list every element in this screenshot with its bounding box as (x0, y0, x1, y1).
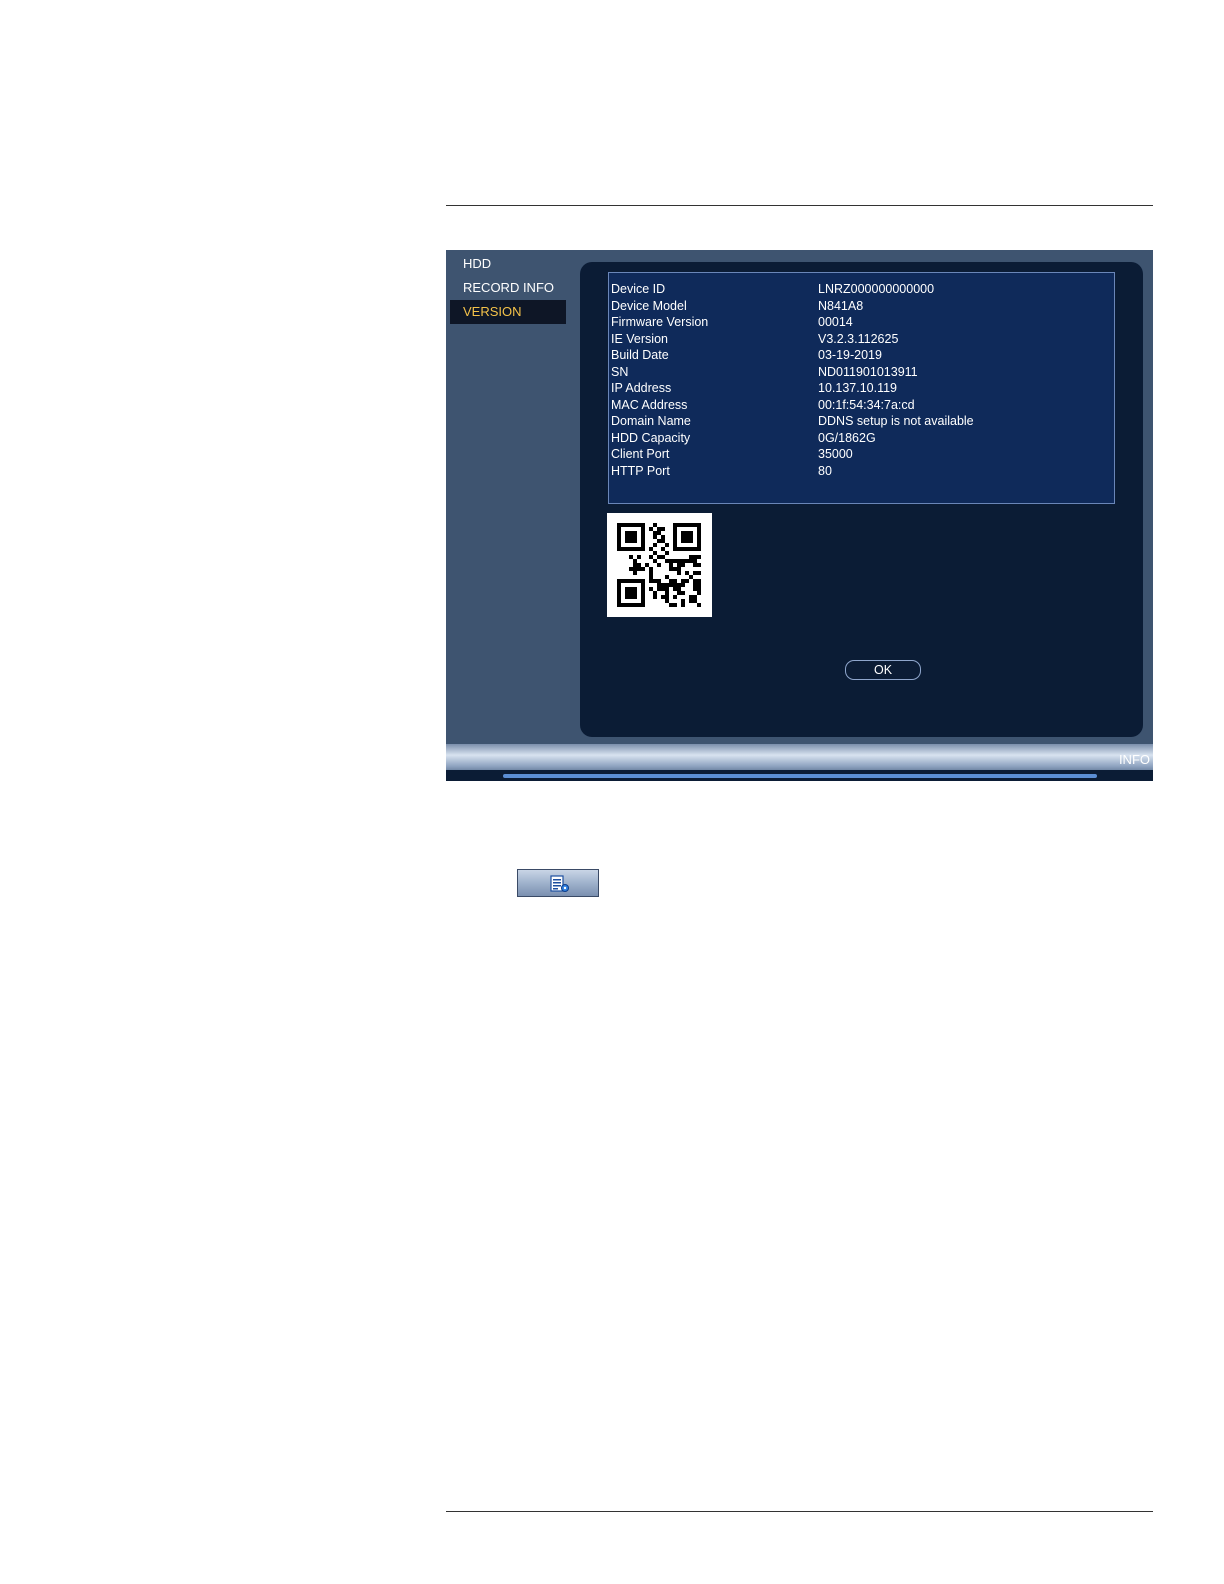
status-bar: INFO (446, 744, 1153, 781)
info-key: MAC Address (611, 397, 688, 412)
sidebar-item-record-info[interactable]: RECORD INFO (450, 276, 566, 300)
footer-rule (446, 1511, 1153, 1512)
info-key: IP Address (611, 381, 672, 395)
sidebar-item-version[interactable]: VERSION (450, 300, 566, 324)
info-value: DDNS setup is not available (818, 414, 974, 428)
info-value: LNRZ000000000000 (818, 282, 935, 296)
info-key: HDD Capacity (611, 430, 691, 445)
info-menu-button[interactable] (517, 869, 599, 897)
info-value: 0G/1862G (818, 430, 876, 445)
dvr-info-screen: HDD RECORD INFO VERSION Device ID LNRZ000… (446, 250, 1153, 781)
sidebar-item-hdd[interactable]: HDD (450, 252, 566, 276)
info-value: N841A8 (818, 298, 864, 313)
info-value: 80 (818, 463, 832, 478)
info-value: 00014 (818, 315, 853, 329)
info-value: 10.137.10.119 (818, 381, 898, 395)
info-key: Domain Name (611, 414, 691, 428)
info-value: 35000 (818, 447, 853, 461)
info-value: ND011901013911 (818, 364, 918, 379)
ok-button[interactable]: OK (845, 660, 921, 680)
version-info-table: Device ID LNRZ000000000000 Device Model N84… (608, 272, 1115, 504)
info-key: Build Date (611, 348, 669, 362)
info-key: IE Version (611, 331, 668, 346)
info-value: 03-19-2019 (818, 348, 882, 362)
header-rule (446, 205, 1153, 206)
info-key: Device Model (611, 298, 687, 313)
info-key: Firmware Version (611, 315, 709, 329)
qr-code-icon (617, 523, 701, 607)
info-key: Client Port (611, 447, 670, 461)
info-list-icon (550, 875, 569, 892)
sidebar: HDD RECORD INFO VERSION (446, 250, 570, 744)
info-value: V3.2.3.112625 (818, 331, 899, 346)
info-value: 00:1f:54:34:7a:cd (818, 397, 915, 412)
version-panel: Device ID LNRZ000000000000 Device Model N84… (580, 262, 1143, 737)
info-key: HTTP Port (611, 463, 670, 478)
info-key: SN (611, 364, 629, 379)
status-bar-label: INFO (1118, 752, 1150, 767)
info-key: Device ID (611, 282, 666, 296)
qr-code (607, 513, 712, 617)
